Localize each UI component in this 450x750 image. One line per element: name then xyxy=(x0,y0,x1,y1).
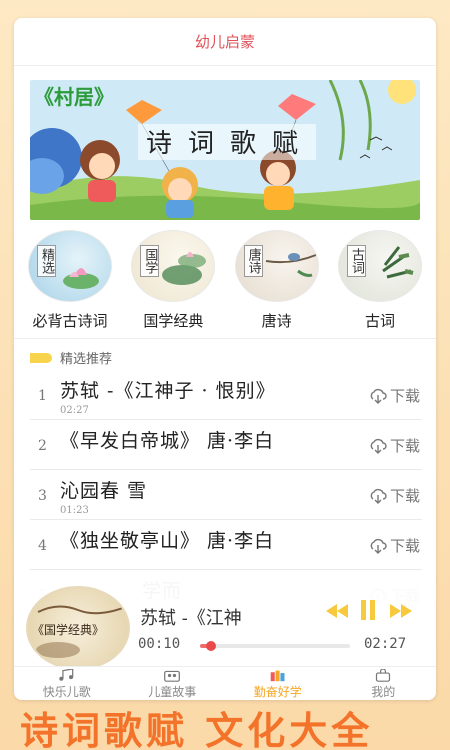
progress-bar[interactable] xyxy=(200,641,350,651)
tab-children-stories[interactable]: 儿童故事 xyxy=(122,667,222,700)
banner-tag: 《村居》 xyxy=(34,85,114,109)
list-item[interactable]: 1 苏轼 -《江神子 · 恨别》 02:27 下载 xyxy=(30,370,422,420)
category-tang-poems[interactable]: 唐诗 唐诗 xyxy=(227,230,327,334)
app-title: 幼儿启蒙 xyxy=(194,33,255,51)
list-item[interactable]: 4 《独坐敬亭山》 唐·李白 下载 xyxy=(30,520,422,570)
banner[interactable]: 《村居》 诗 词 歌 赋 xyxy=(30,80,420,220)
banner-illustration: 《村居》 诗 词 歌 赋 xyxy=(30,80,420,220)
download-label: 下载 xyxy=(389,437,420,455)
category-cover: 国学 xyxy=(131,230,216,302)
section-header: 精选推荐 xyxy=(30,348,112,367)
category-guoxue[interactable]: 国学 国学经典 xyxy=(123,230,223,334)
next-icon[interactable] xyxy=(390,604,412,618)
album-cover[interactable]: 《国学经典》 xyxy=(26,586,130,670)
pause-icon[interactable] xyxy=(360,600,376,620)
tab-label: 快乐儿歌 xyxy=(42,685,91,699)
current-time: 00:10 xyxy=(138,636,181,652)
banner-heading-char: 歌 xyxy=(230,129,256,159)
banner-heading-char: 词 xyxy=(188,129,214,159)
category-cover-text: 精选 xyxy=(37,245,56,277)
download-button[interactable]: 下载 xyxy=(369,435,420,456)
category-label: 古词 xyxy=(364,312,395,330)
app-screen: 幼儿启蒙 《村居》 诗 词 歌 赋 精选 必背古诗词 国学 国学经典 唐诗 唐诗… xyxy=(14,18,436,700)
download-button[interactable]: 下载 xyxy=(369,535,420,556)
tab-study-hard[interactable]: 勤奋好学 xyxy=(228,667,328,700)
progress-knob[interactable] xyxy=(205,641,216,651)
category-cover: 唐诗 xyxy=(234,230,319,302)
category-cover-text: 古词 xyxy=(346,245,366,277)
category-ancient-ci[interactable]: 古词 古词 xyxy=(330,230,430,334)
tab-label: 我的 xyxy=(371,685,396,699)
item-duration: 01:23 xyxy=(60,505,89,516)
promo-slogan: 诗词歌赋 文化大全 xyxy=(20,708,374,750)
category-grid: 精选 必背古诗词 国学 国学经典 唐诗 唐诗 古词 古词 xyxy=(14,230,436,334)
mini-player: 《国学经典》 苏轼 -《江神 00:10 02:27 xyxy=(14,580,436,670)
list-item[interactable]: 3 沁园春 雪 01:23 下载 xyxy=(30,470,422,520)
books-icon xyxy=(270,670,285,682)
divider xyxy=(14,338,436,339)
download-button[interactable]: 下载 xyxy=(369,485,420,506)
tab-mine[interactable]: 我的 xyxy=(333,667,433,700)
section-title: 精选推荐 xyxy=(60,352,113,367)
item-title: 《早发白帝城》 唐·李白 xyxy=(60,430,275,452)
banner-heading-char: 赋 xyxy=(272,129,298,159)
total-time: 02:27 xyxy=(364,636,407,652)
list-item[interactable]: 2 《早发白帝城》 唐·李白 下载 xyxy=(30,420,422,470)
category-label: 国学经典 xyxy=(143,312,204,330)
item-number: 4 xyxy=(38,538,47,554)
item-duration: 02:27 xyxy=(60,405,89,416)
category-cover-text: 唐诗 xyxy=(243,245,263,277)
item-title: 苏轼 -《江神子 · 恨别》 xyxy=(60,380,276,402)
cloud-download-icon xyxy=(370,488,387,504)
tab-label: 勤奋好学 xyxy=(253,685,302,699)
tab-label: 儿童故事 xyxy=(148,685,197,699)
cover-text: 《国学经典》 xyxy=(32,622,104,637)
tab-happy-songs[interactable]: 快乐儿歌 xyxy=(17,667,117,700)
item-number: 3 xyxy=(38,488,47,504)
download-label: 下载 xyxy=(389,537,420,555)
item-title: 沁园春 雪 xyxy=(60,480,148,502)
story-icon xyxy=(164,670,181,682)
previous-icon[interactable] xyxy=(326,604,348,618)
item-number: 2 xyxy=(38,438,47,454)
cloud-download-icon xyxy=(370,388,387,404)
item-title: 《独坐敬亭山》 唐·李白 xyxy=(60,530,275,552)
cloud-download-icon xyxy=(370,538,387,554)
banner-heading-char: 诗 xyxy=(146,129,172,159)
download-label: 下载 xyxy=(389,487,420,505)
item-number: 1 xyxy=(38,388,47,404)
category-cover: 古词 xyxy=(337,230,422,302)
now-playing-title: 苏轼 -《江神 xyxy=(140,608,242,629)
cover-art: 《国学经典》 xyxy=(32,605,128,658)
download-button[interactable]: 下载 xyxy=(369,385,420,406)
flag-icon xyxy=(30,352,52,363)
category-cover-text: 国学 xyxy=(140,245,160,277)
bottom-tab-bar: 快乐儿歌 儿童故事 勤奋好学 我的 xyxy=(14,666,436,700)
bag-icon xyxy=(376,669,391,682)
category-label: 必背古诗词 xyxy=(32,312,108,330)
category-cover: 精选 xyxy=(28,230,112,302)
music-notes-icon xyxy=(59,669,74,681)
category-label: 唐诗 xyxy=(261,312,292,330)
category-must-recite[interactable]: 精选 必背古诗词 xyxy=(20,230,120,334)
download-label: 下载 xyxy=(389,387,420,405)
title-bar: 幼儿启蒙 xyxy=(14,18,436,66)
cloud-download-icon xyxy=(370,438,387,454)
